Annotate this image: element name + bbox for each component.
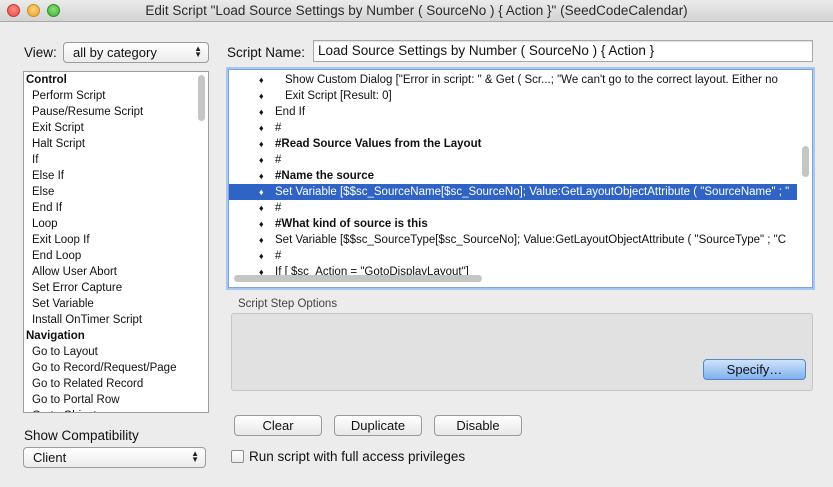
step-list-item[interactable]: Go to Object [24,408,208,412]
duplicate-button[interactable]: Duplicate [334,415,422,436]
step-list-item[interactable]: Set Error Capture [24,280,208,296]
drag-handle-icon[interactable]: ♦ [259,136,264,152]
step-list-item[interactable]: Else If [24,168,208,184]
title-bar: Edit Script "Load Source Settings by Num… [0,0,833,22]
script-line-text: Set Variable [$$sc_SourceName[$sc_Source… [275,186,790,198]
step-list-scrollbar[interactable] [198,75,205,121]
compatibility-label: Show Compatibility [24,428,139,443]
drag-handle-icon[interactable]: ♦ [259,72,264,88]
script-line-text: # [275,202,282,214]
view-label: View: [24,45,57,60]
script-line[interactable]: ♦ End If [229,104,797,120]
step-list-item[interactable]: Set Variable [24,296,208,312]
popup-arrows-icon: ▲ ▼ [191,449,199,464]
compatibility-popup-value: Client [33,450,67,465]
drag-handle-icon[interactable]: ♦ [259,152,264,168]
step-list-item[interactable]: End If [24,200,208,216]
step-list-item[interactable]: Loop [24,216,208,232]
step-list-item[interactable]: If [24,152,208,168]
step-category[interactable]: Control [24,72,208,88]
script-name-label: Script Name: [227,45,306,60]
script-line[interactable]: ♦ Exit Script [Result: 0] [229,88,797,104]
popup-arrows-icon: ▲ ▼ [194,44,202,59]
step-list-items: Control Perform Script Pause/Resume Script… [24,72,208,412]
script-line[interactable]: ♦ # [229,120,797,136]
step-list-item[interactable]: Exit Script [24,120,208,136]
script-line-text: Show Custom Dialog ["Error in script: " … [285,74,778,86]
script-line-text: End If [275,106,306,118]
script-line[interactable]: ♦ Show Custom Dialog ["Error in script: "… [229,72,797,88]
script-line-text: Set Variable [$$sc_SourceType[$sc_Source… [275,234,787,246]
drag-handle-icon[interactable]: ♦ [259,248,264,264]
script-line-text: #Name the source [275,170,375,182]
step-list-item[interactable]: Pause/Resume Script [24,104,208,120]
script-editor[interactable]: ♦ Show Custom Dialog ["Error in script: "… [228,69,813,288]
step-list-item[interactable]: Go to Portal Row [24,392,208,408]
script-line-text: #Read Source Values from the Layout [275,138,482,150]
script-line[interactable]: ♦ Set Variable [$$sc_SourceName[$sc_Sourc… [229,184,797,200]
step-list-item[interactable]: Allow User Abort [24,264,208,280]
script-name-field[interactable]: Load Source Settings by Number ( SourceN… [313,40,813,62]
step-options-label: Script Step Options [238,298,338,310]
step-list-item[interactable]: Perform Script [24,88,208,104]
script-line[interactable]: ♦ #Name the source [229,168,797,184]
view-popup-value: all by category [73,45,157,60]
script-line[interactable]: ♦ # [229,200,797,216]
script-line[interactable]: ♦ # [229,152,797,168]
script-line[interactable]: ♦ #What kind of source is this [229,216,797,232]
drag-handle-icon[interactable]: ♦ [259,184,264,200]
drag-handle-icon[interactable]: ♦ [259,88,264,104]
drag-handle-icon[interactable]: ♦ [259,168,264,184]
step-list-item[interactable]: End Loop [24,248,208,264]
drag-handle-icon[interactable]: ♦ [259,216,264,232]
step-list-item[interactable]: Go to Layout [24,344,208,360]
step-category[interactable]: Navigation [24,328,208,344]
drag-handle-icon[interactable]: ♦ [259,120,264,136]
script-line-text: Exit Script [Result: 0] [285,90,392,102]
step-list-item[interactable]: Exit Loop If [24,232,208,248]
editor-horizontal-scrollbar[interactable] [234,275,482,282]
drag-handle-icon[interactable]: ♦ [259,104,264,120]
disable-button[interactable]: Disable [434,415,522,436]
window-title: Edit Script "Load Source Settings by Num… [145,3,688,18]
clear-button[interactable]: Clear [234,415,322,436]
step-list-item[interactable]: Halt Script [24,136,208,152]
step-list-item[interactable]: Else [24,184,208,200]
script-line[interactable]: ♦ Set Variable [$$sc_SourceType[$sc_Sourc… [229,232,797,248]
script-step-list[interactable]: Control Perform Script Pause/Resume Script… [23,71,209,413]
view-popup[interactable]: all by category ▲ ▼ [63,42,209,63]
full-access-label: Run script with full access privileges [249,449,466,464]
script-line[interactable]: ♦ #Read Source Values from the Layout [229,136,797,152]
full-access-checkbox[interactable] [231,450,244,463]
script-line-text: # [275,250,282,262]
compatibility-popup[interactable]: Client ▲ ▼ [23,447,206,468]
step-list-item[interactable]: Install OnTimer Script [24,312,208,328]
step-list-item[interactable]: Go to Record/Request/Page [24,360,208,376]
drag-handle-icon[interactable]: ♦ [259,232,264,248]
script-line-text: #What kind of source is this [275,218,428,230]
step-list-item[interactable]: Go to Related Record [24,376,208,392]
editor-vertical-scrollbar[interactable] [802,146,809,177]
drag-handle-icon[interactable]: ♦ [259,200,264,216]
script-line-text: # [275,154,282,166]
script-line[interactable]: ♦ # [229,248,797,264]
specify-button[interactable]: Specify… [703,359,806,380]
script-line-text: # [275,122,282,134]
